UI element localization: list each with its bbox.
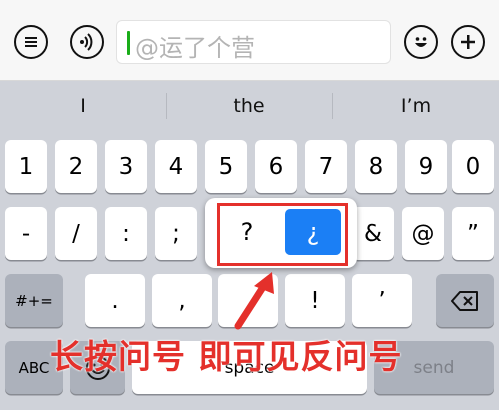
suggestion-item[interactable]: I’m	[333, 82, 499, 130]
key-0[interactable]: 0	[452, 140, 494, 193]
key-colon[interactable]: :	[105, 207, 147, 260]
key-apostrophe[interactable]: ’	[352, 274, 412, 327]
key-9[interactable]: 9	[405, 140, 447, 193]
key-3[interactable]: 3	[105, 140, 147, 193]
key-2[interactable]: 2	[55, 140, 97, 193]
plus-icon[interactable]	[451, 25, 485, 59]
key-ampersand[interactable]: &	[352, 207, 394, 260]
smiley-icon[interactable]	[404, 25, 438, 59]
key-period[interactable]: .	[85, 274, 145, 327]
key-8[interactable]: 8	[355, 140, 397, 193]
key-more-symbols[interactable]: #+=	[5, 274, 63, 327]
message-input[interactable]: @运了个营	[116, 20, 391, 64]
chat-input-bar: @运了个营	[0, 0, 499, 81]
annotation-highlight-box	[217, 203, 348, 266]
annotation-caption: 长按问号 即可见反问号	[50, 337, 403, 376]
suggestion-item[interactable]: I	[0, 82, 166, 130]
backspace-icon	[451, 290, 478, 311]
key-exclamation[interactable]: !	[285, 274, 345, 327]
key-comma[interactable]: ,	[152, 274, 212, 327]
key-quote[interactable]: ”	[452, 207, 494, 260]
key-slash[interactable]: /	[55, 207, 97, 260]
voice-wave-icon[interactable]	[70, 25, 104, 59]
key-at[interactable]: @	[402, 207, 444, 260]
message-input-text: @运了个营	[135, 34, 255, 62]
suggestion-bar: I the I’m	[0, 82, 499, 130]
suggestion-item[interactable]: the	[166, 82, 332, 130]
annotation-arrow-icon	[234, 272, 274, 330]
key-backspace[interactable]	[436, 274, 494, 327]
text-caret	[127, 31, 130, 55]
key-7[interactable]: 7	[305, 140, 347, 193]
key-hyphen[interactable]: -	[5, 207, 47, 260]
list-bubble-icon[interactable]	[14, 25, 48, 59]
key-4[interactable]: 4	[155, 140, 197, 193]
key-5[interactable]: 5	[205, 140, 247, 193]
key-6[interactable]: 6	[255, 140, 297, 193]
key-semicolon[interactable]: ;	[155, 207, 197, 260]
key-1[interactable]: 1	[5, 140, 47, 193]
